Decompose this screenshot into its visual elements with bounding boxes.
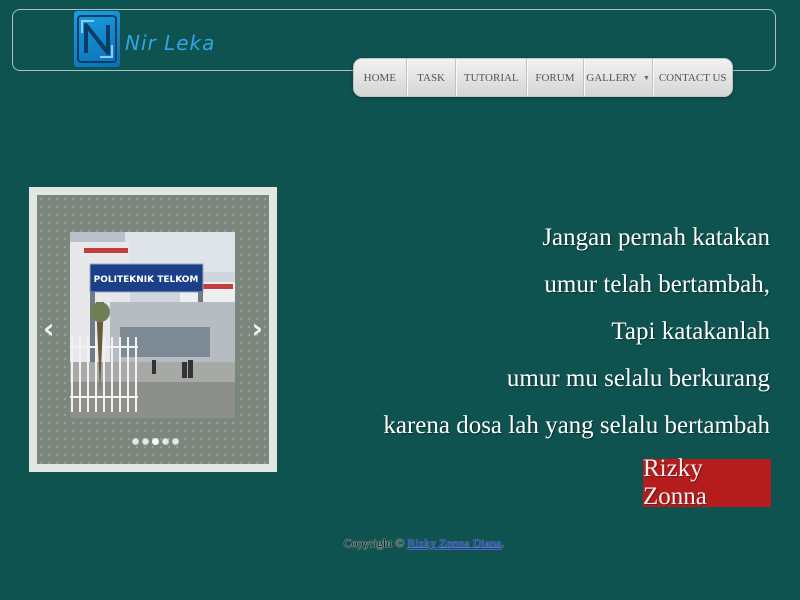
logo-text: Nir Leka [125,31,216,55]
logo-mark-icon [74,11,120,67]
nav-item-forum[interactable]: FORUM [527,59,584,96]
nav-item-label: FORUM [535,71,575,84]
author-badge: Rizky Zonna [643,455,771,510]
quote-line: Tapi katakanlah [611,318,770,345]
footer-suffix: . [501,536,505,550]
slider-dot[interactable] [142,438,149,445]
nav-item-gallery[interactable]: GALLERY ▼ [584,59,654,96]
nav-item-home[interactable]: HOME [354,59,407,96]
quote-line: Jangan pernah katakan [542,224,770,251]
nav-item-label: CONTACT US [658,71,727,84]
slider-next-icon[interactable]: › [251,315,263,343]
slider-dot[interactable] [172,438,179,445]
nav-item-label: TASK [417,71,445,84]
photo-sign-text: POLITEKNIK TELKOM [94,275,199,285]
slider-dot[interactable] [162,438,169,445]
slider-frame: POLITEKNIK TELKOM ‹ › [37,195,269,464]
dropdown-caret-icon: ▼ [642,73,650,82]
quote-line: karena dosa lah yang selalu bertambah [383,412,770,439]
main-nav: HOME TASK TUTORIAL FORUM GALLERY ▼ CONTA… [353,58,733,97]
slider-dot[interactable] [132,438,139,445]
nav-item-label: GALLERY [586,71,637,84]
page: Nir Leka HOME TASK TUTORIAL FORUM GALLER… [0,0,800,600]
footer-prefix: Copyright © [343,536,408,550]
nav-item-label: TUTORIAL [463,71,519,84]
slider-prev-icon[interactable]: ‹ [43,315,55,343]
quote-line: umur telah bertambah, [544,271,770,298]
site-logo[interactable]: Nir Leka [74,11,214,67]
footer-author-link[interactable]: Rizky Zonna Diana [407,536,501,550]
quote-text: Jangan pernah katakan umur telah bertamb… [350,214,770,449]
slider-dot-active[interactable] [152,438,159,445]
slide-photo: POLITEKNIK TELKOM [70,232,235,418]
nav-item-task[interactable]: TASK [407,59,457,96]
nav-item-tutorial[interactable]: TUTORIAL [456,59,528,96]
nav-item-label: HOME [363,71,397,84]
footer-copyright: Copyright © Rizky Zonna Diana. [0,536,800,551]
nav-item-contact-us[interactable]: CONTACT US [653,59,732,96]
slider-pagination [132,438,179,445]
quote-line: umur mu selalu berkurang [506,365,770,392]
image-slider: POLITEKNIK TELKOM ‹ › [29,187,277,472]
